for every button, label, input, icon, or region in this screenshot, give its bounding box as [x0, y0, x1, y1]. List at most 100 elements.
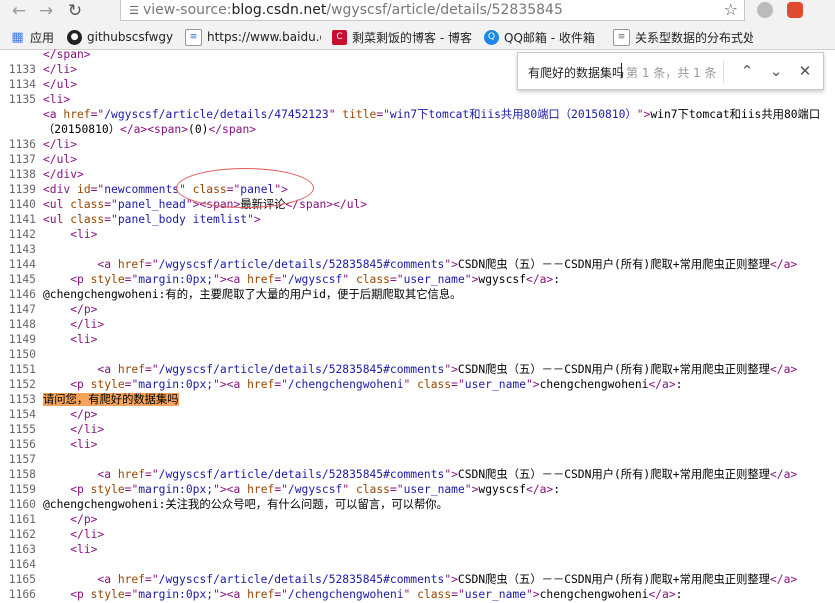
code-token: id [77, 183, 91, 196]
code-token: win7下tomcat和iis共用80端口（20150810） [389, 108, 637, 121]
qq-mail-icon: Q [484, 29, 499, 45]
github-icon: ● [67, 29, 82, 45]
code-token: : [675, 378, 683, 391]
code-token: <p [70, 483, 91, 496]
source-line: 1159 <p style="margin:0px;"><a href="/wg… [0, 482, 835, 497]
bookmark-apps[interactable]: ▦ 应用 [10, 28, 65, 46]
code-token: <a [97, 258, 118, 271]
code-token: @chengchengwoheni:关注我的公众号吧，有什么问题，可以留言，可以… [43, 498, 448, 511]
code-token: : [675, 588, 683, 601]
bookmark-baidu[interactable]: ≡ https://www.baidu.c [185, 28, 321, 46]
bookmark-qq-mail[interactable]: Q QQ邮箱 - 收件箱 [484, 28, 614, 46]
line-number: 1162 [8, 528, 36, 541]
code-token: /chengchengwoheni [287, 378, 404, 391]
source-line: 1138 </div> [0, 167, 835, 182]
source-line: 1139 <div id="newcomments" class="panel"> [0, 182, 835, 197]
line-code: （20150810）</a><span>(0)</span> [43, 122, 256, 137]
code-token: margin:0px; [138, 588, 214, 601]
page-icon: ≡ [613, 28, 630, 46]
bookmark-label: 剩菜剩饭的博客 - 博客 [352, 30, 472, 45]
chevron-up-icon[interactable]: ⌃ [737, 61, 757, 81]
line-number: 1166 [8, 588, 36, 601]
bookmark-distributed-data[interactable]: ≡ 关系型数据的分布式处 [613, 28, 753, 46]
code-token: wgyscsf [478, 483, 527, 496]
line-number: 1165 [8, 573, 36, 586]
code-token: " [403, 378, 418, 391]
code-token: class [70, 213, 105, 226]
source-line: 1147 </p> [0, 302, 835, 317]
close-icon[interactable]: ✕ [795, 61, 815, 81]
address-bar[interactable]: ☰ view-source: blog.csdn.net/wgyscsf/arti… [120, 0, 745, 21]
bookmark-label: 应用 [30, 30, 55, 45]
code-token: "> [526, 588, 540, 601]
code-token: </a> [526, 483, 554, 496]
source-line: 1136 </li> [0, 137, 835, 152]
line-number: 1155 [8, 423, 36, 436]
line-code: </p> [43, 407, 97, 422]
code-token: =" [104, 198, 118, 211]
code-token: newcomments [104, 183, 180, 196]
find-bar: 有爬好的数据集吗 第 1 条，共 1 条 ⌃ ⌄ ✕ [517, 52, 824, 90]
page-info-icon[interactable]: ☰ [125, 4, 143, 17]
star-icon[interactable]: ☆ [724, 0, 738, 19]
extension-icon[interactable] [757, 2, 773, 18]
code-token: <li> [70, 438, 98, 451]
line-code: <a href="/wgyscsf/article/details/528358… [43, 362, 797, 377]
source-view[interactable]: </span> 1133 </li> 1134 </ul> 1135 <li> <a href… [0, 47, 835, 603]
source-line: 1154 </p> [0, 407, 835, 422]
line-number: 1135 [8, 93, 36, 106]
code-token: class [355, 483, 390, 496]
bookmark-csdn-blog[interactable]: C 剩菜剩饭的博客 - 博客 [332, 28, 474, 46]
code-token: "> [636, 108, 651, 121]
source-line: 1140 <ul class="panel_head"><span>最新评论</s… [0, 197, 835, 212]
code-token: margin:0px; [138, 378, 214, 391]
find-result-count: 第 1 条，共 1 条 [626, 66, 717, 80]
code-token: href [117, 258, 146, 271]
code-token: "><a [213, 588, 248, 601]
line-number: 1134 [8, 78, 36, 91]
back-button[interactable]: ← [8, 0, 30, 22]
code-token: =" [90, 108, 105, 121]
code-token: </span> [43, 48, 91, 61]
code-token: wgyscsf [478, 273, 527, 286]
extension-icon[interactable] [787, 2, 803, 18]
find-input[interactable]: 有爬好的数据集吗 [528, 64, 624, 81]
line-number: 1150 [8, 348, 36, 361]
code-token: "> [444, 258, 458, 271]
url-scheme: view-source: [143, 2, 232, 18]
source-line: 1150 [0, 347, 835, 362]
code-token: /wgyscsf/article/details/52835845#commen… [158, 258, 445, 271]
code-token: <div [43, 183, 78, 196]
line-code: <li> [43, 227, 97, 242]
source-line: 1135 <li> [0, 92, 835, 107]
code-token: =" [124, 588, 139, 601]
code-token: /chengchengwoheni [287, 588, 404, 601]
code-token: <a [97, 363, 118, 376]
forward-button[interactable]: → [35, 0, 57, 22]
line-number: 1141 [8, 213, 36, 226]
line-number: 1159 [8, 483, 36, 496]
line-number: 1143 [8, 243, 36, 256]
code-token: </ul> [43, 153, 78, 166]
reload-icon: ↻ [67, 1, 83, 21]
bookmark-github[interactable]: ● githubscsfwgy [67, 28, 177, 46]
reload-button[interactable]: ↻ [64, 0, 86, 22]
source-line: 1151 <a href="/wgyscsf/article/details/5… [0, 362, 835, 377]
code-token: user_name [464, 378, 526, 391]
line-code: <a href="/wgyscsf/article/details/528358… [43, 467, 797, 482]
code-token: CSDN爬虫（五）－－CSDN用户(所有)爬取+常用爬虫正则整理 [457, 573, 770, 586]
line-number: 1144 [8, 258, 36, 271]
bookmark-label: 关系型数据的分布式处 [635, 30, 753, 45]
bookmark-label: githubscsfwgy [87, 30, 174, 44]
chevron-down-icon[interactable]: ⌄ [766, 61, 786, 81]
browser-toolbar: ← → ↻ ☰ view-source: blog.csdn.net/wgyscs… [0, 0, 835, 24]
source-line: 1142 <li> [0, 227, 835, 242]
line-code: <ul class="panel_body itemlist"> [43, 212, 261, 227]
source-line: 1144 <a href="/wgyscsf/article/details/5… [0, 257, 835, 272]
code-token: class [417, 378, 452, 391]
